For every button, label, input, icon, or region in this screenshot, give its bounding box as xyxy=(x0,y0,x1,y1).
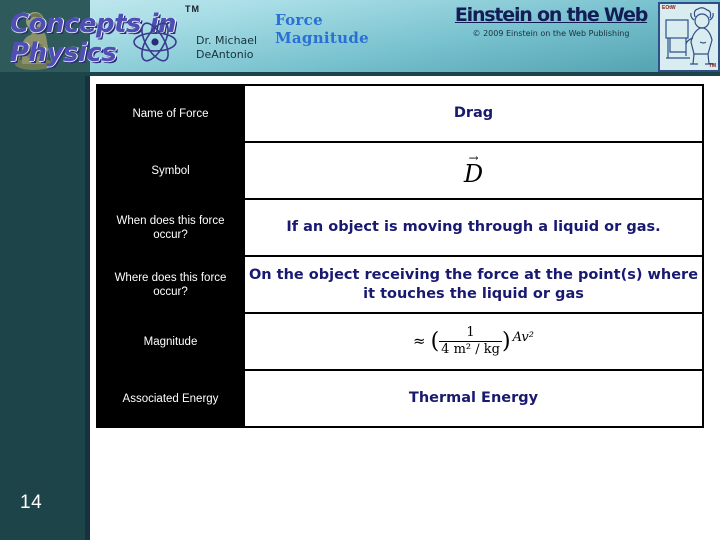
row-value-name-of-force: Drag xyxy=(243,84,704,143)
formula-open-paren: ( xyxy=(430,329,440,354)
left-sidebar: 14 xyxy=(0,0,90,540)
table-row: Associated Energy Thermal Energy xyxy=(96,369,704,428)
publisher-title: Einstein on the Web xyxy=(454,4,648,26)
row-label-when-occurs: When does this force occur? xyxy=(96,198,245,257)
publisher-logo: Einstein on the Web © 2009 Einstein on t… xyxy=(446,4,656,38)
vector-symbol: → D xyxy=(464,150,483,186)
table-row: Name of Force Drag xyxy=(96,84,704,143)
row-value-symbol: → D xyxy=(243,141,704,200)
einstein-at-computer-icon xyxy=(665,7,714,65)
logo-text-line2: Physics xyxy=(10,38,117,68)
einstein-badge: EOtW TM xyxy=(658,2,720,72)
row-value-when-occurs: If an object is moving through a liquid … xyxy=(243,198,704,257)
author-name: Dr. Michael DeAntonio xyxy=(196,34,258,61)
table-row: When does this force occur? If an object… xyxy=(96,198,704,257)
einstein-badge-label: EOtW xyxy=(662,5,676,11)
copyright-text: © 2009 Einstein on the Web Publishing xyxy=(472,29,630,38)
formula-fraction: 1 4 m² / kg xyxy=(439,325,502,357)
einstein-badge-tm: TM xyxy=(708,63,716,69)
table-row: Symbol → D xyxy=(96,141,704,200)
row-label-symbol: Symbol xyxy=(96,141,245,200)
page-number: 14 xyxy=(20,492,43,513)
sidebar-edge-strip xyxy=(85,0,90,540)
approx-sign: ≈ xyxy=(413,332,426,350)
row-value-magnitude: ≈ ( 1 4 m² / kg ) Av² xyxy=(243,312,704,371)
row-label-name-of-force: Name of Force xyxy=(96,84,245,143)
magnitude-formula: ≈ ( 1 4 m² / kg ) Av² xyxy=(413,325,534,357)
formula-close-paren: ) xyxy=(501,329,511,354)
force-properties-table: Name of Force Drag Symbol → D When does … xyxy=(96,84,704,428)
vector-arrow-accent: → xyxy=(468,150,479,165)
row-value-where-occurs: On the object receiving the force at the… xyxy=(243,255,704,314)
row-label-associated-energy: Associated Energy xyxy=(96,369,245,428)
atom-icon xyxy=(133,22,177,62)
page-title: Force Magnitude xyxy=(275,11,369,47)
table-row: Where does this force occur? On the obje… xyxy=(96,255,704,314)
row-value-associated-energy: Thermal Energy xyxy=(243,369,704,428)
slide-banner: Concepts in Physics TM Dr. Michael DeAnt… xyxy=(0,0,720,72)
row-label-where-occurs: Where does this force occur? xyxy=(96,255,245,314)
formula-tail-term: Av² xyxy=(512,330,534,346)
formula-numerator: 1 xyxy=(466,325,475,341)
banner-underline xyxy=(0,72,720,76)
row-label-magnitude: Magnitude xyxy=(96,312,245,371)
table-row: Magnitude ≈ ( 1 4 m² / kg ) Av² xyxy=(96,312,704,371)
formula-denominator: 4 m² / kg xyxy=(441,341,500,357)
trademark-mark: TM xyxy=(185,4,200,14)
